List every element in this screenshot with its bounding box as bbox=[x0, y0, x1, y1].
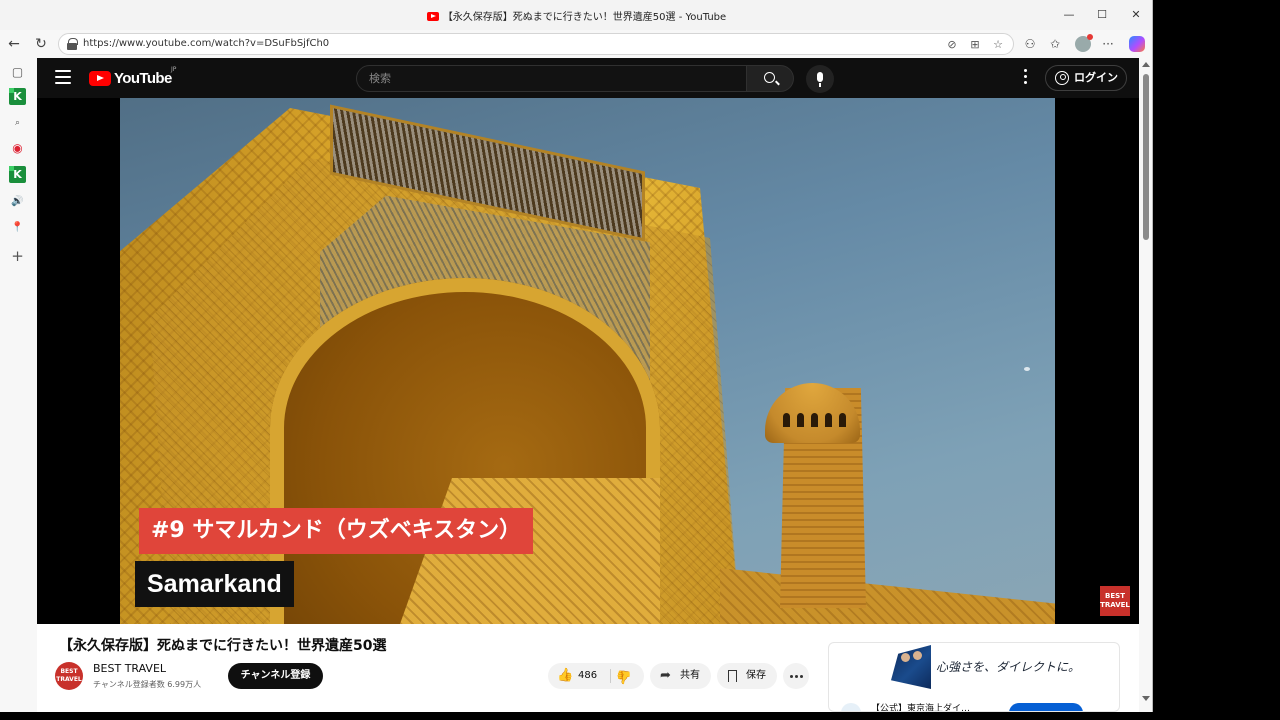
favorite-star-icon[interactable]: ☆ bbox=[990, 37, 1006, 53]
maximize-button[interactable]: ☐ bbox=[1090, 6, 1114, 24]
scroll-thumb[interactable] bbox=[1143, 74, 1149, 240]
share-arrow-icon: ➦ bbox=[660, 668, 671, 683]
bookmark-icon bbox=[728, 670, 737, 686]
tab-title: 【永久保存版】死ぬまでに行きたい！世界遺産50選 - YouTube bbox=[442, 12, 727, 23]
thumbs-up-icon[interactable]: 👍 bbox=[557, 669, 573, 683]
mail-app-icon[interactable]: ◉ bbox=[9, 140, 26, 157]
scroll-down-arrow-icon[interactable] bbox=[1142, 696, 1150, 701]
youtube-play-icon bbox=[89, 71, 111, 86]
save-button[interactable]: 保存 bbox=[717, 663, 777, 689]
window-title: 【永久保存版】死ぬまでに行きたい！世界遺産50選 - YouTube bbox=[0, 8, 1152, 23]
region-code: JP bbox=[171, 66, 177, 73]
save-label: 保存 bbox=[746, 670, 766, 681]
ad-cta-button[interactable] bbox=[1009, 703, 1083, 711]
channel-watermark[interactable]: BEST TRAVEL bbox=[1100, 586, 1130, 616]
scroll-up-arrow-icon[interactable] bbox=[1142, 62, 1150, 67]
caption-japanese: #9 サマルカンド（ウズベキスタン） bbox=[139, 508, 534, 554]
search-button[interactable] bbox=[747, 65, 794, 92]
location-pin-icon[interactable]: 📍 bbox=[9, 219, 26, 236]
app-grid-icon[interactable]: ⊞ bbox=[967, 37, 983, 53]
video-title: 【永久保存版】死ぬまでに行きたい！世界遺産50選 bbox=[59, 638, 387, 654]
youtube-header: YouTube JP ログイン bbox=[37, 58, 1139, 98]
more-actions-button[interactable] bbox=[783, 663, 809, 689]
youtube-logo-text: YouTube bbox=[114, 70, 172, 87]
back-button[interactable]: ← bbox=[5, 35, 23, 53]
sponsored-ad[interactable]: 心強さを、ダイレクトに。 【公式】東京海上ダイ… bbox=[828, 642, 1120, 712]
favorites-icon[interactable]: ✩ bbox=[1046, 35, 1064, 53]
browser-menu-icon[interactable]: ··· bbox=[1099, 35, 1117, 53]
ad-advertiser-name[interactable]: 【公式】東京海上ダイ… bbox=[871, 701, 970, 711]
k-app-icon[interactable]: K bbox=[9, 166, 26, 183]
video-player[interactable]: #9 サマルカンド（ウズベキスタン） Samarkand BEST TRAVEL bbox=[37, 98, 1139, 624]
sidebar-search-icon[interactable]: ⌕ bbox=[9, 115, 26, 132]
ad-headline[interactable]: 心強さを、ダイレクトに。 bbox=[936, 658, 1080, 675]
youtube-page: YouTube JP ログイン bbox=[37, 58, 1139, 712]
login-button[interactable]: ログイン bbox=[1045, 65, 1127, 91]
channel-avatar[interactable]: BEST TRAVEL bbox=[55, 662, 83, 690]
like-dislike-group: 👍 486 👍 bbox=[548, 663, 644, 689]
tab-actions-icon[interactable]: ▢ bbox=[9, 64, 26, 81]
edge-sidebar: ▢ K ⌕ ◉ K 🔊 📍 + bbox=[0, 58, 36, 712]
account-icon bbox=[1055, 71, 1069, 85]
subscriber-count: チャンネル登録者数 6.99万人 bbox=[93, 680, 202, 689]
thumbs-down-icon[interactable]: 👍 bbox=[616, 669, 632, 684]
minimize-button[interactable]: — bbox=[1057, 6, 1081, 24]
reader-mode-icon[interactable]: ⊘ bbox=[944, 37, 960, 53]
share-label: 共有 bbox=[680, 670, 700, 681]
address-bar: ← ↻ https://www.youtube.com/watch?v=DSuF… bbox=[0, 30, 1152, 58]
ad-image[interactable] bbox=[891, 645, 931, 689]
hamburger-menu-icon[interactable] bbox=[55, 70, 71, 84]
search-box[interactable] bbox=[356, 65, 747, 92]
lock-icon[interactable] bbox=[67, 38, 78, 50]
url-text[interactable]: https://www.youtube.com/watch?v=DSuFbSjf… bbox=[83, 38, 329, 49]
k-extension-icon[interactable]: K bbox=[9, 88, 26, 105]
sky-speck bbox=[1024, 367, 1030, 371]
login-label: ログイン bbox=[1074, 71, 1118, 84]
share-button[interactable]: ➦ 共有 bbox=[650, 663, 711, 689]
caption-english: Samarkand bbox=[135, 561, 294, 607]
settings-kebab-icon[interactable] bbox=[1020, 69, 1030, 87]
audio-icon[interactable]: 🔊 bbox=[9, 193, 26, 210]
profile-avatar[interactable] bbox=[1075, 34, 1093, 52]
like-count[interactable]: 486 bbox=[578, 663, 597, 689]
voice-search-mic-icon[interactable] bbox=[806, 65, 834, 93]
like-divider bbox=[610, 669, 611, 683]
extensions-icon[interactable]: ⚇ bbox=[1021, 35, 1039, 53]
copilot-icon[interactable] bbox=[1129, 36, 1145, 52]
refresh-button[interactable]: ↻ bbox=[32, 35, 50, 53]
page-scrollbar[interactable] bbox=[1139, 58, 1152, 712]
search-input[interactable] bbox=[357, 66, 746, 91]
channel-name[interactable]: BEST TRAVEL bbox=[93, 662, 166, 675]
title-bar: 【永久保存版】死ぬまでに行きたい！世界遺産50選 - YouTube — ☐ ✕ bbox=[0, 0, 1152, 30]
courtyard-wall bbox=[720, 568, 1055, 624]
browser-window: 【永久保存版】死ぬまでに行きたい！世界遺産50選 - YouTube — ☐ ✕… bbox=[0, 0, 1153, 712]
close-window-button[interactable]: ✕ bbox=[1124, 6, 1148, 24]
ad-advertiser-avatar[interactable] bbox=[841, 703, 861, 711]
add-sidebar-item-icon[interactable]: + bbox=[9, 248, 26, 265]
youtube-favicon-icon bbox=[426, 12, 439, 21]
subscribe-button[interactable]: チャンネル登録 bbox=[228, 663, 323, 689]
url-field[interactable]: https://www.youtube.com/watch?v=DSuFbSjf… bbox=[58, 33, 1014, 55]
video-info: 【永久保存版】死ぬまでに行きたい！世界遺産50選 BEST TRAVEL BES… bbox=[37, 624, 1139, 712]
